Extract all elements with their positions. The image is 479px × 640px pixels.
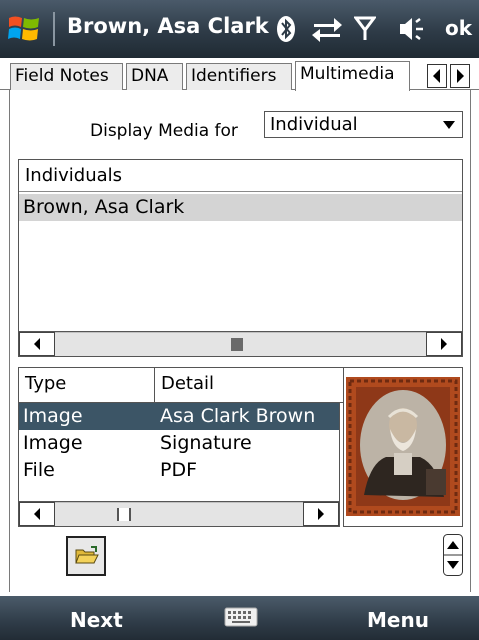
tab-scroll-right-button[interactable] [450,64,470,88]
display-media-label: Display Media for [90,121,238,141]
scroll-left-button[interactable] [19,332,55,356]
table-row[interactable]: File PDF [19,457,339,484]
scroll-right-button[interactable] [303,502,339,526]
title-separator [53,12,55,46]
scroll-left-button[interactable] [19,502,55,526]
scroll-thumb[interactable] [231,338,243,351]
keyboard-icon[interactable] [224,606,258,628]
media-detail-cell: Signature [160,432,252,454]
arrow-right-icon [457,69,464,83]
volume-icon[interactable] [397,14,429,44]
media-type-cell: File [23,459,55,481]
column-header-detail[interactable]: Detail [154,367,348,403]
signal-icon[interactable] [354,14,376,44]
windows-start-icon[interactable] [6,12,42,46]
open-media-button[interactable] [66,536,106,576]
arrow-left-icon [34,338,40,350]
arrow-right-icon [318,508,324,520]
scroll-right-button[interactable] [426,332,462,356]
reorder-spinner[interactable] [443,534,463,576]
arrow-left-icon [34,508,40,520]
media-detail-cell: PDF [160,459,198,481]
arrow-left-icon [433,69,440,83]
tab-field-notes[interactable]: Field Notes [10,63,123,90]
ok-button[interactable]: ok [445,16,472,40]
sync-arrows-icon[interactable] [310,14,344,44]
media-type-cell: Image [23,432,83,454]
table-row[interactable]: Image Asa Clark Brown [19,403,339,430]
tab-scroll-left-button[interactable] [427,64,447,88]
tab-identifiers[interactable]: Identifiers [186,63,292,90]
tab-label: Field Notes [15,66,109,86]
table-row[interactable]: Image Signature [19,430,339,457]
tab-strip: Field Notes DNA Identifiers Multimedia [0,58,479,91]
media-type-cell: Image [23,405,83,427]
list-item[interactable]: Brown, Asa Clark [19,194,462,221]
chevron-down-icon [443,121,455,129]
menu-softkey[interactable]: Menu [367,608,429,632]
open-folder-icon [75,546,99,564]
scroll-track[interactable] [55,502,303,526]
tab-label: Multimedia [300,64,395,84]
individuals-horizontal-scrollbar[interactable] [19,331,462,356]
tab-multimedia[interactable]: Multimedia [295,61,410,91]
portrait-photo [346,377,460,516]
scroll-track[interactable] [55,332,426,356]
display-media-value: Individual [270,114,358,135]
media-detail-cell: Asa Clark Brown [160,405,316,427]
media-horizontal-scrollbar[interactable] [19,501,339,526]
column-header-type[interactable]: Type [18,367,163,403]
window-title: Brown, Asa Clark [67,14,269,38]
arrow-right-icon [441,338,447,350]
bluetooth-icon[interactable] [276,14,296,44]
tab-label: DNA [131,66,169,86]
tab-dna[interactable]: DNA [126,63,183,90]
tab-label: Identifiers [191,66,277,86]
individuals-header[interactable]: Individuals [19,160,462,192]
scroll-thumb[interactable] [117,508,131,521]
next-softkey[interactable]: Next [70,608,123,632]
